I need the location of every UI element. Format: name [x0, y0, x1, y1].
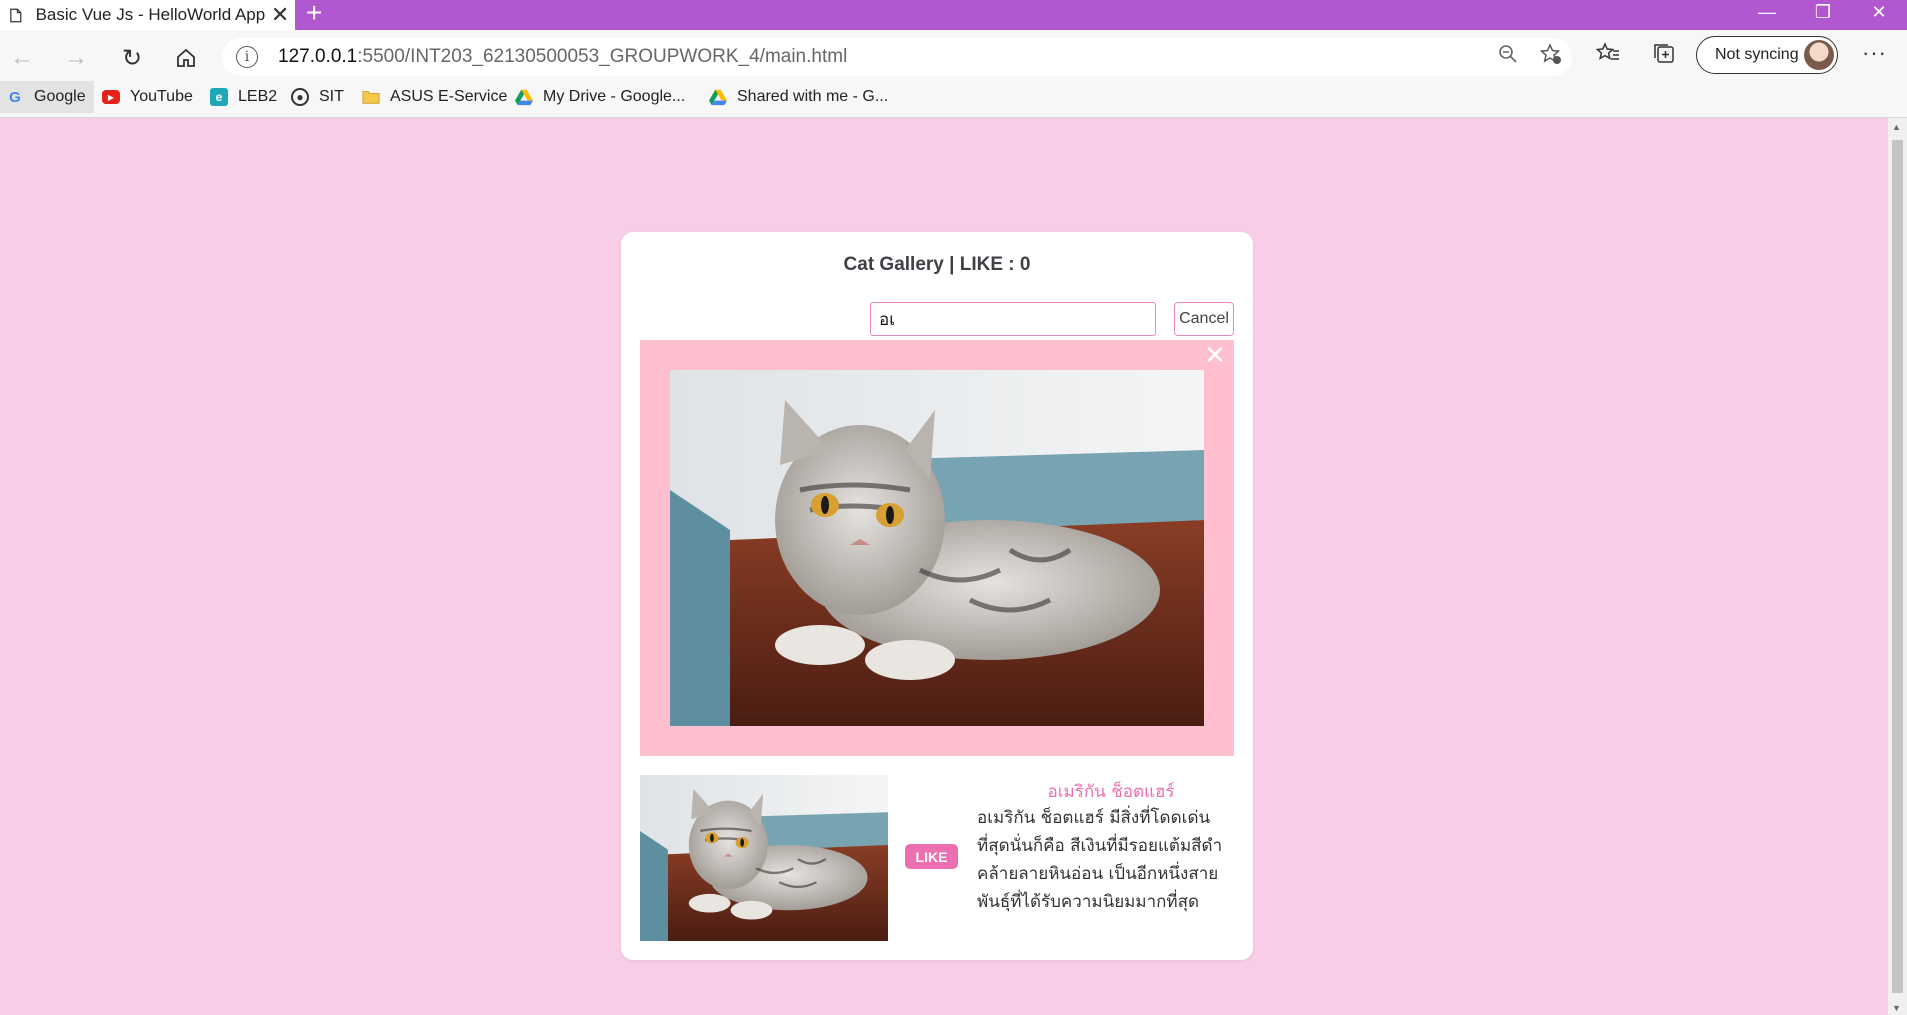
close-icon[interactable]: ✕ [1202, 342, 1228, 368]
more-options-icon[interactable]: ··· [1862, 40, 1887, 66]
address-bar[interactable]: i 127.0.0.1:5500/INT203_62130500053_GROU… [222, 38, 1572, 76]
tab-close-icon[interactable]: ✕ [265, 0, 295, 30]
profile-label: Not syncing [1715, 46, 1799, 63]
cat-thumbnail[interactable] [640, 775, 888, 941]
cat-name: อเมริกัน ช็อตแฮร์ [1047, 782, 1175, 802]
sit-icon: ● [291, 88, 309, 106]
bookmark-sit[interactable]: ● SIT [291, 81, 344, 113]
scrollbar-thumb[interactable] [1892, 140, 1903, 993]
cat-photo-large [670, 370, 1204, 726]
google-icon: G [9, 88, 21, 106]
bookmark-label: YouTube [130, 88, 193, 105]
cat-description: อเมริกัน ช็อตแฮร์ มีสิ่งที่โดดเด่นที่สุด… [977, 808, 1223, 912]
forward-arrow-icon[interactable]: → [58, 40, 94, 76]
avatar [1804, 40, 1834, 70]
bookmark-shared-with-me[interactable]: Shared with me - G... [709, 81, 888, 113]
bookmarks-bar: G Google ▶ YouTube e LEB2 ● SIT ASUS E-S… [0, 78, 1907, 118]
bookmark-asus[interactable]: ASUS E-Service [362, 81, 507, 113]
scroll-up-icon[interactable]: ▲ [1892, 122, 1901, 132]
window-controls: — ❐ ✕ [1739, 0, 1907, 30]
bookmark-label: SIT [319, 88, 344, 105]
favorites-icon[interactable] [1595, 42, 1620, 70]
minimize-icon[interactable]: — [1739, 0, 1795, 30]
restore-icon[interactable]: ❐ [1795, 0, 1851, 30]
search-input[interactable] [870, 302, 1156, 336]
bookmark-label: Shared with me - G... [737, 88, 889, 105]
title-bar: Basic Vue Js - HelloWorld App ✕ + — ❐ ✕ [0, 0, 1907, 30]
bookmark-my-drive[interactable]: My Drive - Google... [515, 81, 685, 113]
profile-button[interactable]: Not syncing [1696, 36, 1838, 74]
bookmark-google[interactable]: G Google [0, 81, 94, 113]
bookmark-label: Google [34, 88, 86, 105]
collections-icon[interactable] [1652, 42, 1676, 70]
bookmark-label: ASUS E-Service [390, 88, 508, 105]
window-close-icon[interactable]: ✕ [1851, 0, 1907, 30]
refresh-icon[interactable]: ↻ [114, 40, 150, 76]
bookmark-label: My Drive - Google... [543, 88, 686, 105]
drive-icon [709, 88, 727, 106]
bookmark-youtube[interactable]: ▶ YouTube [102, 81, 193, 113]
page-icon [10, 8, 22, 22]
add-favorite-icon[interactable] [1539, 43, 1562, 71]
url-path: :5500/INT203_62130500053_GROUPWORK_4/mai… [357, 46, 848, 67]
like-button[interactable]: LIKE [905, 844, 958, 869]
gallery-title: Cat Gallery | LIKE : 0 [843, 254, 1031, 275]
folder-icon [362, 88, 380, 106]
bookmark-label: LEB2 [238, 88, 278, 105]
drive-icon [515, 88, 533, 106]
info-icon[interactable]: i [236, 46, 258, 68]
gallery-card: Cat Gallery | LIKE : 0 Cancel ✕ [621, 232, 1253, 960]
image-viewer: ✕ [640, 340, 1234, 756]
back-arrow-icon[interactable]: ← [4, 40, 40, 76]
zoom-out-icon[interactable] [1498, 44, 1518, 70]
new-tab-icon[interactable]: + [306, 0, 322, 28]
home-icon[interactable] [168, 40, 204, 76]
scrollbar[interactable]: ▲ ▼ [1888, 118, 1907, 1015]
scroll-down-icon[interactable]: ▼ [1892, 1003, 1901, 1013]
cancel-button[interactable]: Cancel [1174, 302, 1234, 336]
tab-title: Basic Vue Js - HelloWorld App [35, 5, 266, 24]
youtube-icon: ▶ [102, 90, 120, 104]
bookmark-leb2[interactable]: e LEB2 [210, 81, 277, 113]
browser-tab[interactable]: Basic Vue Js - HelloWorld App ✕ [0, 0, 295, 30]
url-host: 127.0.0.1 [278, 46, 358, 67]
leb2-icon: e [210, 88, 228, 106]
